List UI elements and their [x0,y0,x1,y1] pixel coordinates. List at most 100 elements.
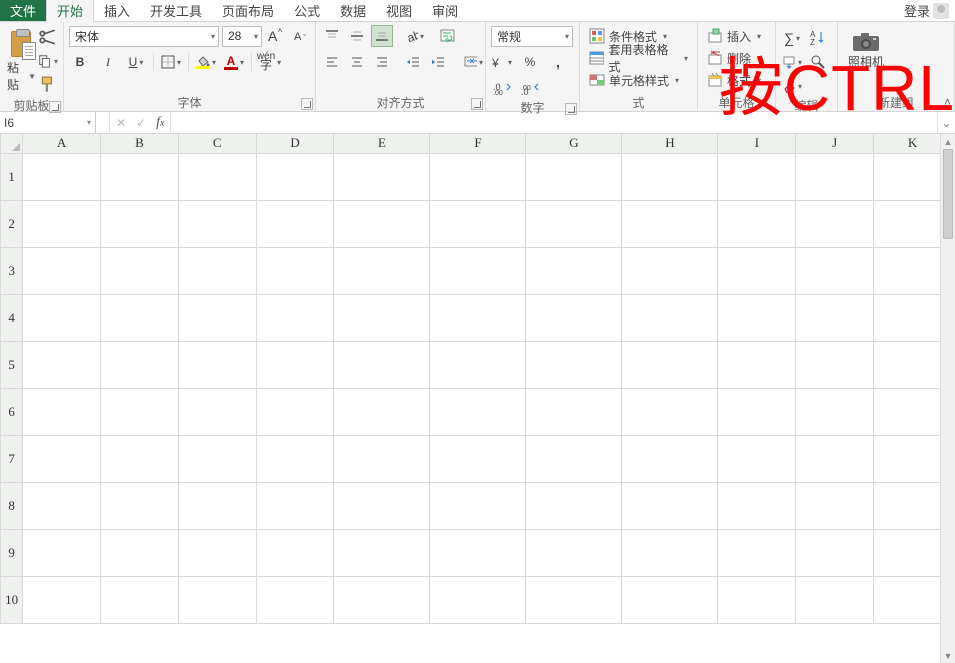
collapse-ribbon-button[interactable]: ˄ [944,95,951,109]
row-header[interactable]: 7 [1,435,23,482]
cell[interactable] [256,341,334,388]
align-left-button[interactable] [321,51,343,73]
cell[interactable] [101,200,179,247]
cell[interactable] [718,294,796,341]
row-header[interactable]: 1 [1,153,23,200]
cell[interactable] [101,341,179,388]
cell[interactable] [334,200,430,247]
cell[interactable] [23,294,101,341]
percent-button[interactable]: % [519,51,541,73]
cell[interactable] [622,435,718,482]
enter-formula-button[interactable]: ✓ [136,116,146,130]
row-header[interactable]: 9 [1,529,23,576]
cell[interactable] [430,153,526,200]
cell[interactable] [178,482,256,529]
col-header[interactable]: H [622,134,718,153]
col-header[interactable]: J [796,134,874,153]
number-dialog-launcher[interactable] [565,103,577,115]
italic-button[interactable]: I [97,51,119,73]
cell[interactable] [23,341,101,388]
orientation-button[interactable]: ab▾ [403,25,425,47]
cell[interactable] [101,529,179,576]
cell[interactable] [23,153,101,200]
scroll-up-arrow[interactable]: ▲ [941,134,955,149]
col-header[interactable]: C [178,134,256,153]
scroll-thumb[interactable] [943,149,953,239]
cell[interactable] [430,388,526,435]
bold-button[interactable]: B [69,51,91,73]
cell[interactable] [796,576,874,623]
cell[interactable] [430,247,526,294]
cell[interactable] [526,153,622,200]
wrap-text-button[interactable] [437,25,459,47]
insert-function-button[interactable]: fx [156,115,164,131]
cell[interactable] [334,576,430,623]
accounting-format-button[interactable]: ¥▾ [491,51,513,73]
cell[interactable] [622,341,718,388]
insert-cells-button[interactable]: 插入 ▾ [703,25,765,47]
format-painter-button[interactable] [38,75,58,95]
cell[interactable] [178,435,256,482]
phonetic-button[interactable]: wén字 ▾ [258,51,280,73]
tab-formulas[interactable]: 公式 [284,0,330,21]
cell[interactable] [796,529,874,576]
autosum-button[interactable]: ∑▾ [781,27,803,49]
cell[interactable] [430,529,526,576]
increase-decimal-button[interactable]: .0.00 [491,77,513,99]
decrease-decimal-button[interactable]: .00.0 [519,77,541,99]
cell-styles-button[interactable]: 单元格样式 ▾ [585,69,683,91]
cell[interactable] [23,435,101,482]
find-select-button[interactable] [807,51,829,73]
cell[interactable] [178,576,256,623]
select-all-corner[interactable] [1,134,23,153]
cancel-formula-button[interactable]: ✕ [116,116,126,130]
cell[interactable] [256,529,334,576]
cell[interactable] [622,247,718,294]
cell[interactable] [526,529,622,576]
cell[interactable] [101,435,179,482]
row-header[interactable]: 2 [1,200,23,247]
cell[interactable] [334,294,430,341]
cell[interactable] [622,294,718,341]
cell[interactable] [526,200,622,247]
row-header[interactable]: 10 [1,576,23,623]
borders-button[interactable]: ▾ [160,51,182,73]
align-center-button[interactable] [346,51,368,73]
cell[interactable] [718,200,796,247]
cell[interactable] [430,435,526,482]
cell[interactable] [256,294,334,341]
cell[interactable] [526,247,622,294]
spreadsheet-grid[interactable]: A B C D E F G H I J K 12345678910 [0,134,952,624]
clear-button[interactable]: ▾ [781,75,803,97]
cell[interactable] [23,200,101,247]
row-header[interactable]: 8 [1,482,23,529]
cell[interactable] [23,388,101,435]
cell[interactable] [256,388,334,435]
cell[interactable] [622,388,718,435]
cell[interactable] [526,341,622,388]
alignment-dialog-launcher[interactable] [471,98,483,110]
cell[interactable] [334,482,430,529]
vertical-scrollbar[interactable]: ▲ ▼ [940,134,955,663]
sort-filter-button[interactable]: AZ [807,27,829,49]
cell[interactable] [796,294,874,341]
cell[interactable] [430,576,526,623]
cell[interactable] [178,200,256,247]
delete-cells-button[interactable]: 删除 ▾ [703,47,765,69]
col-header[interactable]: D [256,134,334,153]
expand-formula-bar-button[interactable]: ⌄ [937,112,955,133]
align-top-button[interactable] [321,25,343,47]
col-header[interactable]: G [526,134,622,153]
cell[interactable] [718,482,796,529]
cell[interactable] [718,153,796,200]
copy-button[interactable]: ▾ [38,51,58,71]
cell[interactable] [718,576,796,623]
tab-developer[interactable]: 开发工具 [140,0,212,21]
cell[interactable] [256,576,334,623]
col-header[interactable]: I [718,134,796,153]
cell[interactable] [622,200,718,247]
cell[interactable] [334,529,430,576]
tab-insert[interactable]: 插入 [94,0,140,21]
fill-button[interactable]: ▾ [781,51,803,73]
cell[interactable] [430,341,526,388]
